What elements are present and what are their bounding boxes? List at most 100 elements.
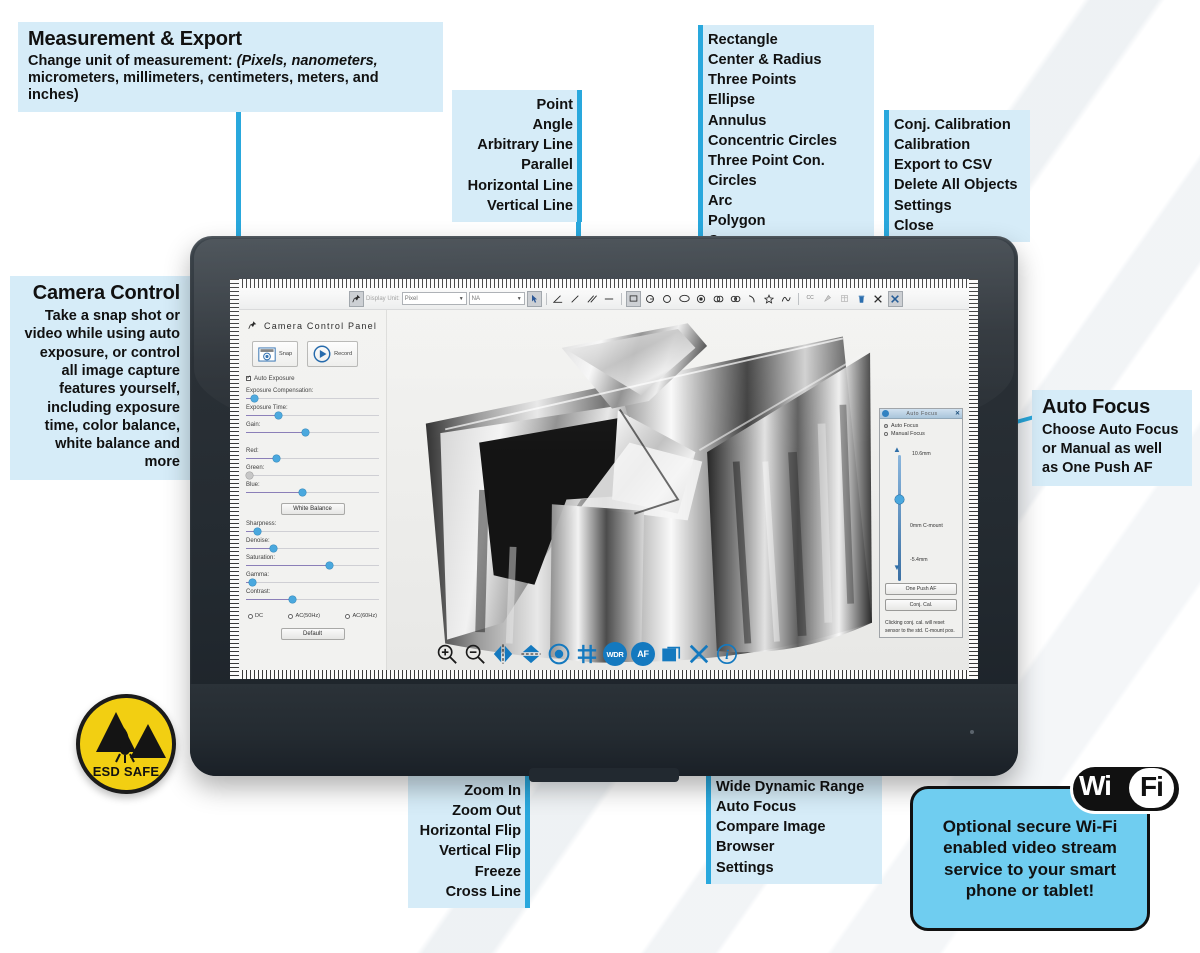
parallel-tool-icon[interactable] <box>585 291 600 307</box>
radio-label: Manual Focus <box>891 431 925 437</box>
snap-button[interactable]: Snap <box>252 341 299 367</box>
saturation-slider[interactable] <box>246 562 379 569</box>
three-point-con-circles-tool-icon[interactable] <box>728 291 743 307</box>
conj-cal-button[interactable]: Conj. Cal. <box>885 599 957 611</box>
point-tool-icon[interactable] <box>526 290 542 307</box>
three-points-tool-icon[interactable] <box>660 291 675 307</box>
camera-panel-title: Camera Control Panel <box>264 321 378 331</box>
ellipse-tool-icon[interactable] <box>677 291 692 307</box>
radio-auto-focus[interactable]: Auto Focus <box>884 423 958 429</box>
arc-tool-icon[interactable] <box>745 291 760 307</box>
radio-ac60[interactable]: AC(60Hz) <box>345 613 377 619</box>
info-settings-icon[interactable]: i <box>715 642 739 666</box>
horizontal-line-tool-icon[interactable] <box>602 291 617 307</box>
sharpness-slider[interactable] <box>246 528 379 535</box>
list-item: Delete All Objects <box>894 177 1018 194</box>
slider-label: Denoise: <box>246 538 270 544</box>
af-icon[interactable]: AF <box>631 642 655 666</box>
monitor-chin <box>190 684 1018 776</box>
angle-tool-icon[interactable] <box>551 291 566 307</box>
zoom-out-icon[interactable] <box>463 642 487 666</box>
gamma-slider[interactable] <box>246 579 379 586</box>
close-icon[interactable]: ✕ <box>955 410 960 417</box>
center-radius-tool-icon[interactable] <box>643 291 658 307</box>
exposure-time-slider[interactable] <box>246 412 379 419</box>
camera-icon <box>258 346 276 362</box>
monitor-stand <box>529 768 679 782</box>
green-slider[interactable] <box>246 472 379 479</box>
curve-tool-icon[interactable] <box>779 291 794 307</box>
list-item: Conj. Calibration <box>894 117 1011 133</box>
zoom-in-icon[interactable] <box>435 642 459 666</box>
list-item: Cross Line <box>445 883 521 900</box>
list-item: Settings <box>894 197 952 214</box>
unit-select[interactable]: Pixel ▼ <box>401 292 467 305</box>
auto-exposure-label: Auto Exposure <box>254 375 295 382</box>
arbitrary-line-tool-icon[interactable] <box>568 291 583 307</box>
slider-knob[interactable] <box>895 495 904 505</box>
record-button[interactable]: Record <box>307 341 359 367</box>
red-slider[interactable] <box>246 455 379 462</box>
pin-icon[interactable] <box>248 320 257 332</box>
blue-slider[interactable] <box>246 489 379 496</box>
export-csv-icon[interactable] <box>837 291 852 307</box>
denoise-slider[interactable] <box>246 545 379 552</box>
arrow-down-icon[interactable]: ▼ <box>893 563 901 572</box>
auto-focus-panel-title: Auto Focus <box>906 410 938 417</box>
calibration-icon[interactable] <box>820 291 835 307</box>
cross-line-icon[interactable] <box>575 642 599 666</box>
wifi-logo-fi: Fi <box>1129 768 1174 808</box>
compare-image-icon[interactable] <box>659 642 683 666</box>
rectangle-tool-icon[interactable] <box>625 290 641 307</box>
conj-calibration-icon[interactable]: CC <box>803 291 818 307</box>
white-balance-button[interactable]: White Balance <box>280 503 345 515</box>
arrow-up-icon[interactable]: ▲ <box>893 445 901 454</box>
list-item: Zoom Out <box>452 803 521 820</box>
unit-select-secondary[interactable]: NA ▼ <box>468 292 525 305</box>
measurement-export-line1: Change unit of measurement: (Pixels, nan… <box>28 53 433 70</box>
default-button[interactable]: Default <box>280 628 345 640</box>
chevron-down-icon: ▼ <box>516 295 522 302</box>
vertical-flip-icon[interactable] <box>519 642 543 666</box>
radio-ac50[interactable]: AC(50Hz) <box>288 613 320 619</box>
radio-dc[interactable]: DC <box>248 613 263 619</box>
radio-label: AC(50Hz) <box>295 613 321 619</box>
wdr-icon[interactable]: WDR <box>603 642 627 666</box>
toolbar-separator <box>797 292 799 305</box>
one-push-af-button[interactable]: One Push AF <box>885 583 957 595</box>
unit-select2-value: NA <box>471 295 480 302</box>
auto-focus-titlebar: Auto Focus ✕ <box>880 409 962 419</box>
screen-content: Display Unit: Pixel ▼ NA ▼ CC Camera Con… <box>239 288 969 670</box>
polygon-tool-icon[interactable] <box>762 291 777 307</box>
auto-focus-body: Auto Focus Manual Focus ▲ 10.6mm 0mm C-m… <box>880 419 962 637</box>
annulus-tool-icon[interactable] <box>694 291 709 307</box>
freeze-icon[interactable] <box>547 642 571 666</box>
focus-top-value: 10.6mm <box>912 451 931 457</box>
browser-icon[interactable] <box>687 642 711 666</box>
gain-slider[interactable] <box>246 429 379 436</box>
delete-all-objects-icon[interactable] <box>854 291 869 307</box>
concentric-circles-tool-icon[interactable] <box>711 291 726 307</box>
contrast-slider[interactable] <box>246 596 379 603</box>
slider-label: Gain: <box>246 422 261 428</box>
wifi-callout-text: Optional secure Wi-Fi enabled video stre… <box>942 817 1118 900</box>
auto-exposure-checkbox[interactable]: Auto Exposure <box>246 375 379 382</box>
callout-auto-focus: Auto Focus Choose Auto Focus or Manual a… <box>1032 390 1192 486</box>
auto-focus-panel: Auto Focus ✕ Auto Focus Manual Focus ▲ 1… <box>879 408 963 638</box>
list-item: Wide Dynamic Range <box>716 779 865 795</box>
chevron-down-icon: ▼ <box>458 295 464 302</box>
list-item: Freeze <box>474 863 521 880</box>
slider-group-color: Red: Green: Blue: <box>246 448 379 496</box>
radio-manual-focus[interactable]: Manual Focus <box>884 431 958 437</box>
callout-camera-tools: Wide Dynamic Range Auto Focus Compare Im… <box>706 772 882 884</box>
close-icon[interactable] <box>887 290 903 307</box>
list-item: Arbitrary Line <box>477 137 573 154</box>
horizontal-flip-icon[interactable] <box>491 642 515 666</box>
list-item: Three Points <box>708 72 797 89</box>
measurement-export-title: Measurement & Export <box>28 28 242 50</box>
pin-icon[interactable] <box>349 290 364 307</box>
monitor-screen: Display Unit: Pixel ▼ NA ▼ CC Camera Con… <box>230 279 978 679</box>
list-item: Center & Radius <box>708 52 822 69</box>
exposure-compensation-slider[interactable] <box>246 395 379 402</box>
settings-icon[interactable] <box>871 291 886 307</box>
